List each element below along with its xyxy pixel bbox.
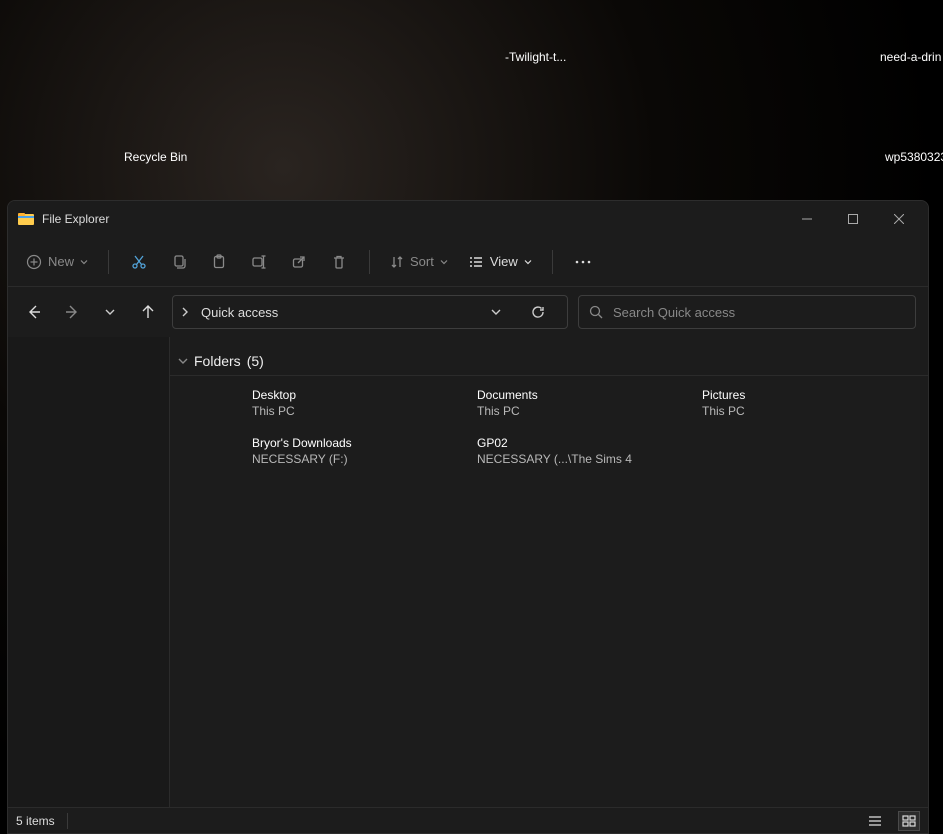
desktop-icon-label[interactable]: wp5380323 [885,150,943,164]
details-view-toggle[interactable] [864,811,886,831]
folder-name: Documents [477,388,702,402]
address-dropdown-button[interactable] [491,307,519,317]
forward-button[interactable] [58,298,86,326]
refresh-icon [531,305,545,319]
explorer-body: Folders (5) Desktop This PC Documents Th… [8,337,928,807]
view-label: View [490,254,518,269]
copy-icon [171,254,187,270]
item-count: 5 items [16,814,55,828]
chevron-down-icon [524,258,532,266]
minimize-button[interactable] [784,203,830,235]
copy-button[interactable] [161,244,197,280]
recent-locations-button[interactable] [96,298,124,326]
navigation-pane[interactable] [8,337,170,807]
status-bar: 5 items [8,807,928,833]
grid-icon [902,815,916,827]
refresh-button[interactable] [531,305,559,319]
folder-location: This PC [477,404,702,418]
folder-name: Desktop [252,388,477,402]
command-bar: New Sort View [8,237,928,287]
folder-grid: Desktop This PC Documents This PC Pictur… [170,382,928,466]
more-button[interactable] [565,244,601,280]
chevron-down-icon [80,258,88,266]
address-bar-row: Quick access [8,287,928,337]
window-title: File Explorer [42,212,109,226]
view-icon [468,254,484,270]
thumbnails-view-toggle[interactable] [898,811,920,831]
folder-name: GP02 [477,436,702,450]
folder-item[interactable]: Desktop This PC [252,388,477,418]
address-bar[interactable]: Quick access [172,295,568,329]
arrow-up-icon [140,304,156,320]
titlebar[interactable]: File Explorer [8,201,928,237]
paste-icon [211,254,227,270]
sort-label: Sort [410,254,434,269]
folder-item[interactable]: Documents This PC [477,388,702,418]
desktop-icon-label[interactable]: need-a-drin [880,50,941,64]
folder-name: Bryor's Downloads [252,436,477,450]
arrow-right-icon [64,304,80,320]
plus-circle-icon [26,254,42,270]
file-explorer-icon [18,211,34,227]
close-button[interactable] [876,203,922,235]
chevron-down-icon [440,258,448,266]
breadcrumb-location[interactable]: Quick access [201,305,278,320]
folder-location: NECESSARY (F:) [252,452,477,466]
content-pane[interactable]: Folders (5) Desktop This PC Documents Th… [170,337,928,807]
group-header-folders[interactable]: Folders (5) [170,349,928,376]
view-button[interactable]: View [460,244,540,280]
sort-button[interactable]: Sort [382,244,456,280]
separator [552,250,553,274]
new-button[interactable]: New [18,244,96,280]
search-box[interactable] [578,295,916,329]
folder-item[interactable]: Bryor's Downloads NECESSARY (F:) [252,436,477,466]
group-count: (5) [247,353,264,369]
desktop-icon-label[interactable]: -Twilight-t... [505,50,566,64]
chevron-down-icon [491,307,501,317]
sort-icon [390,255,404,269]
up-button[interactable] [134,298,162,326]
folder-name: Pictures [702,388,927,402]
share-button[interactable] [281,244,317,280]
trash-icon [331,254,347,270]
rename-button[interactable] [241,244,277,280]
chevron-down-icon [105,307,115,317]
separator [369,250,370,274]
desktop-icon-label[interactable]: Recycle Bin [124,150,187,164]
delete-button[interactable] [321,244,357,280]
folder-location: NECESSARY (...\The Sims 4 [477,452,702,466]
file-explorer-window: File Explorer New [7,200,929,834]
arrow-left-icon [26,304,42,320]
search-input[interactable] [613,305,905,320]
more-icon [575,260,591,264]
maximize-button[interactable] [830,203,876,235]
search-icon [589,305,603,319]
chevron-right-icon [181,307,189,317]
new-label: New [48,254,74,269]
back-button[interactable] [20,298,48,326]
share-icon [291,254,307,270]
paste-button[interactable] [201,244,237,280]
group-label: Folders [194,353,241,369]
cut-button[interactable] [121,244,157,280]
separator [108,250,109,274]
folder-location: This PC [702,404,927,418]
rename-icon [251,254,267,270]
folder-item[interactable]: Pictures This PC [702,388,927,418]
chevron-down-icon [178,356,188,366]
separator [67,813,68,829]
folder-location: This PC [252,404,477,418]
folder-item[interactable]: GP02 NECESSARY (...\The Sims 4 [477,436,702,466]
details-icon [868,815,882,827]
cut-icon [131,254,147,270]
